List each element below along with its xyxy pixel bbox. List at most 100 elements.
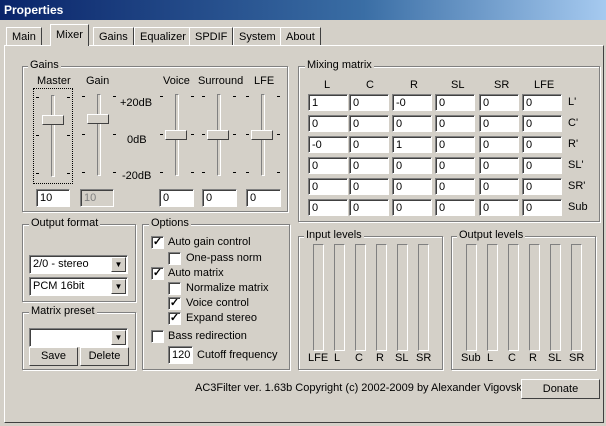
matrix-cell[interactable]: 0 (479, 136, 519, 153)
tab-equalizer[interactable]: Equalizer (134, 27, 192, 45)
matrix-cell[interactable]: 0 (392, 157, 432, 174)
preset-select[interactable]: ▼ (29, 328, 128, 347)
matrix-cell[interactable]: 0 (349, 115, 389, 132)
matrix-cell[interactable]: 0 (308, 115, 348, 132)
voice-slider[interactable] (158, 88, 198, 184)
matrix-cell[interactable]: 0 (392, 178, 432, 195)
matrix-row-label: R' (568, 138, 579, 150)
level-meter-label: LFE (308, 352, 329, 364)
tab-spdif[interactable]: SPDIF (189, 27, 234, 45)
level-meter (334, 244, 345, 351)
tab-about[interactable]: About (280, 27, 321, 45)
voice-value-field[interactable]: 0 (159, 189, 194, 207)
matrix-cell[interactable]: 0 (479, 178, 519, 195)
master-slider[interactable] (33, 88, 73, 184)
matrix-cell[interactable]: 0 (522, 178, 562, 195)
matrix-cell[interactable]: 0 (522, 199, 562, 216)
level-meter (376, 244, 387, 351)
surround-value-field[interactable]: 0 (202, 189, 237, 207)
format-select[interactable]: PCM 16bit ▼ (29, 277, 128, 296)
bass-redirection-checkbox[interactable] (151, 330, 164, 343)
matrix-cell[interactable]: 0 (522, 115, 562, 132)
level-meter-label: R (376, 352, 384, 364)
master-slider-track (51, 95, 55, 177)
matrix-cell[interactable]: 0 (349, 157, 389, 174)
normalize-matrix-checkbox[interactable] (168, 282, 181, 295)
voice-slider-thumb[interactable] (165, 130, 187, 140)
level-meter-label: R (529, 352, 537, 364)
surround-slider[interactable] (200, 88, 240, 184)
matrix-cell[interactable]: -0 (308, 136, 348, 153)
level-meter-label: L (487, 352, 494, 364)
matrix-cell[interactable]: 0 (522, 136, 562, 153)
matrix-cell[interactable]: 0 (308, 157, 348, 174)
cutoff-frequency-field[interactable]: 120 (168, 346, 193, 364)
auto-matrix-checkbox[interactable]: ✓ (151, 267, 164, 280)
matrix-cell[interactable]: 0 (308, 178, 348, 195)
matrix-cell[interactable]: 0 (522, 94, 562, 111)
matrix-cell[interactable]: 0 (349, 94, 389, 111)
chevron-down-icon[interactable]: ▼ (111, 257, 126, 272)
gain-slider-thumb[interactable] (87, 114, 109, 124)
lfe-slider-thumb[interactable] (251, 130, 273, 140)
matrix-cell[interactable]: 1 (308, 94, 348, 111)
level-meter (355, 244, 366, 351)
auto-matrix-label[interactable]: Auto matrix (168, 267, 224, 279)
tab-mixer[interactable]: Mixer (50, 24, 89, 46)
tab-main[interactable]: Main (6, 27, 42, 45)
matrix-cell[interactable]: 0 (435, 178, 475, 195)
matrix-row-label: Sub (568, 201, 588, 213)
matrix-cell[interactable]: 0 (349, 178, 389, 195)
matrix-cell[interactable]: 1 (392, 136, 432, 153)
matrix-cell[interactable]: 0 (308, 199, 348, 216)
level-meter-label: SR (569, 352, 585, 364)
lfe-slider[interactable] (244, 88, 284, 184)
tab-system[interactable]: System (233, 27, 282, 45)
chevron-down-icon[interactable]: ▼ (111, 330, 126, 345)
save-preset-button[interactable]: Save (29, 347, 78, 366)
chevron-down-icon[interactable]: ▼ (111, 279, 126, 294)
matrix-cell[interactable]: 0 (435, 94, 475, 111)
voice-control-label[interactable]: Voice control (186, 297, 249, 309)
channels-select[interactable]: 2/0 - stereo ▼ (29, 255, 128, 274)
gain-slider[interactable] (80, 88, 120, 184)
matrix-col-l: L (324, 79, 331, 91)
matrix-cell[interactable]: 0 (435, 115, 475, 132)
matrix-cell[interactable]: 0 (349, 199, 389, 216)
matrix-cell[interactable]: 0 (392, 115, 432, 132)
level-meter-label: SL (395, 352, 409, 364)
matrix-cell[interactable]: 0 (349, 136, 389, 153)
auto-gain-label[interactable]: Auto gain control (168, 236, 251, 248)
matrix-cell[interactable]: 0 (479, 199, 519, 216)
voice-control-checkbox[interactable]: ✓ (168, 297, 181, 310)
matrix-cell[interactable]: 0 (435, 157, 475, 174)
normalize-matrix-label[interactable]: Normalize matrix (186, 282, 269, 294)
delete-preset-button[interactable]: Delete (80, 347, 129, 366)
one-pass-label[interactable]: One-pass norm (186, 252, 262, 264)
master-value-field[interactable]: 10 (36, 189, 70, 207)
expand-stereo-checkbox[interactable]: ✓ (168, 312, 181, 325)
matrix-cell[interactable]: 0 (435, 136, 475, 153)
cutoff-frequency-label: Cutoff frequency (197, 349, 278, 361)
matrix-cell[interactable]: -0 (392, 94, 432, 111)
surround-slider-thumb[interactable] (207, 130, 229, 140)
matrix-preset-title: Matrix preset (29, 305, 97, 317)
lfe-label: LFE (254, 75, 275, 87)
donate-button[interactable]: Donate (521, 379, 600, 399)
matrix-cell[interactable]: 0 (479, 115, 519, 132)
master-slider-thumb[interactable] (42, 115, 64, 125)
tab-gains[interactable]: Gains (93, 27, 134, 45)
expand-stereo-label[interactable]: Expand stereo (186, 312, 257, 324)
matrix-cell[interactable]: 0 (435, 199, 475, 216)
scale-plus20: +20dB (120, 97, 153, 109)
matrix-cell[interactable]: 0 (479, 157, 519, 174)
matrix-cell[interactable]: 0 (479, 94, 519, 111)
one-pass-checkbox[interactable] (168, 252, 181, 265)
matrix-cell[interactable]: 0 (522, 157, 562, 174)
mixing-matrix-title: Mixing matrix (305, 59, 374, 71)
level-meter (418, 244, 429, 351)
matrix-cell[interactable]: 0 (392, 199, 432, 216)
auto-gain-checkbox[interactable]: ✓ (151, 236, 164, 249)
bass-redirection-label[interactable]: Bass redirection (168, 330, 247, 342)
lfe-value-field[interactable]: 0 (246, 189, 281, 207)
